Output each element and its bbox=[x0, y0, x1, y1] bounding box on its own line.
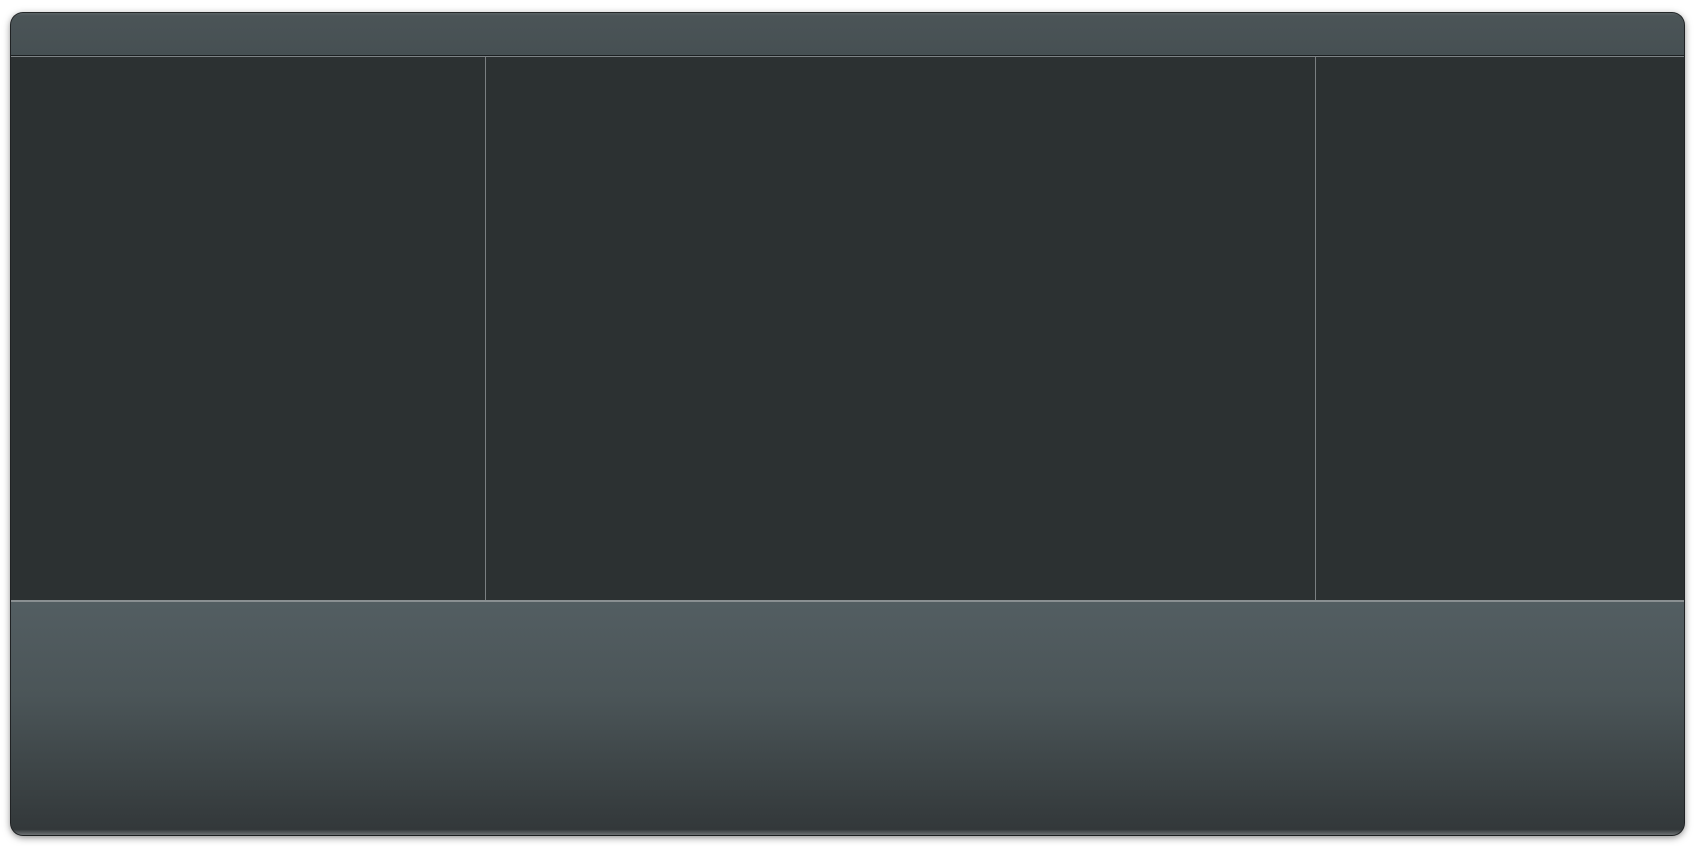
title-bar[interactable] bbox=[11, 13, 1684, 57]
left-pane[interactable] bbox=[11, 57, 486, 600]
pane-container bbox=[11, 57, 1684, 600]
app-window bbox=[11, 13, 1684, 835]
right-pane[interactable] bbox=[1316, 57, 1684, 600]
bottom-panel[interactable] bbox=[11, 600, 1684, 835]
center-pane[interactable] bbox=[486, 57, 1316, 600]
